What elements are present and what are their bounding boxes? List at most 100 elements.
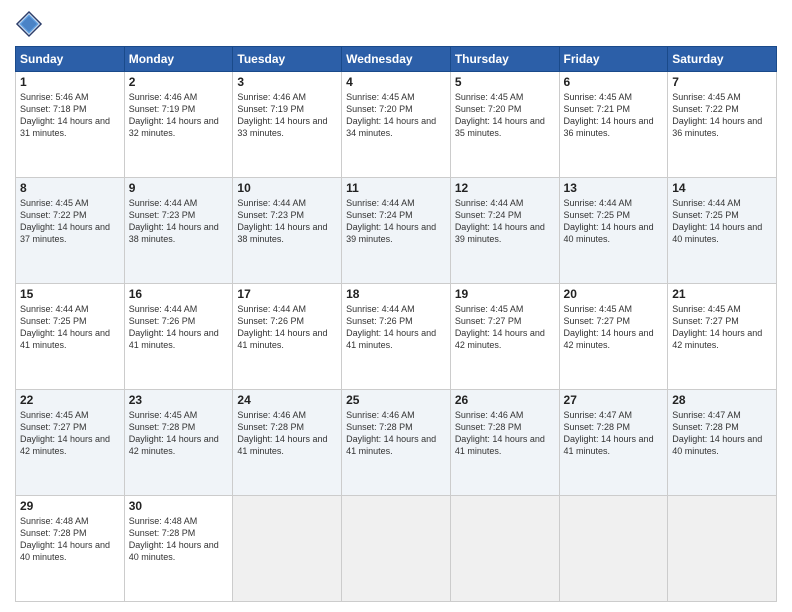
calendar-cell: 3 Sunrise: 4:46 AMSunset: 7:19 PMDaylight…: [233, 72, 342, 178]
cell-info: Sunrise: 4:45 AMSunset: 7:20 PMDaylight:…: [346, 91, 446, 140]
cell-info: Sunrise: 4:44 AMSunset: 7:26 PMDaylight:…: [237, 303, 337, 352]
day-number: 4: [346, 75, 446, 89]
day-number: 20: [564, 287, 664, 301]
calendar-cell: 21 Sunrise: 4:45 AMSunset: 7:27 PMDayligh…: [668, 284, 777, 390]
calendar-cell: 26Sunrise: 4:46 AMSunset: 7:28 PMDayligh…: [450, 390, 559, 496]
cell-info: Sunrise: 4:46 AMSunset: 7:28 PMDaylight:…: [346, 409, 446, 458]
header: [15, 10, 777, 38]
cell-info: Sunrise: 4:45 AMSunset: 7:20 PMDaylight:…: [455, 91, 555, 140]
day-number: 30: [129, 499, 229, 513]
day-number: 14: [672, 181, 772, 195]
cell-info: Sunrise: 4:45 AMSunset: 7:28 PMDaylight:…: [129, 409, 229, 458]
cell-info: Sunrise: 4:44 AMSunset: 7:25 PMDaylight:…: [564, 197, 664, 246]
calendar-cell: 17 Sunrise: 4:44 AMSunset: 7:26 PMDayligh…: [233, 284, 342, 390]
calendar-cell: 7Sunrise: 4:45 AMSunset: 7:22 PMDaylight…: [668, 72, 777, 178]
calendar-cell: 11 Sunrise: 4:44 AMSunset: 7:24 PMDayligh…: [342, 178, 451, 284]
cell-info: Sunrise: 4:44 AMSunset: 7:24 PMDaylight:…: [455, 197, 555, 246]
cell-info: Sunrise: 4:46 AMSunset: 7:19 PMDaylight:…: [237, 91, 337, 140]
day-number: 1: [20, 75, 120, 89]
calendar-cell: 19 Sunrise: 4:45 AMSunset: 7:27 PMDayligh…: [450, 284, 559, 390]
calendar-cell: 30Sunrise: 4:48 AMSunset: 7:28 PMDayligh…: [124, 496, 233, 602]
day-number: 15: [20, 287, 120, 301]
week-row-3: 15 Sunrise: 4:44 AMSunset: 7:25 PMDayligh…: [16, 284, 777, 390]
calendar-cell: 6 Sunrise: 4:45 AMSunset: 7:21 PMDaylight…: [559, 72, 668, 178]
day-number: 2: [129, 75, 229, 89]
cell-info: Sunrise: 4:47 AMSunset: 7:28 PMDaylight:…: [672, 409, 772, 458]
calendar-cell: 12 Sunrise: 4:44 AMSunset: 7:24 PMDayligh…: [450, 178, 559, 284]
week-row-2: 8 Sunrise: 4:45 AMSunset: 7:22 PMDaylight…: [16, 178, 777, 284]
calendar-cell: 9 Sunrise: 4:44 AMSunset: 7:23 PMDaylight…: [124, 178, 233, 284]
day-number: 28: [672, 393, 772, 407]
week-row-4: 22 Sunrise: 4:45 AMSunset: 7:27 PMDayligh…: [16, 390, 777, 496]
cell-info: Sunrise: 4:46 AMSunset: 7:19 PMDaylight:…: [129, 91, 229, 140]
calendar-cell: 13 Sunrise: 4:44 AMSunset: 7:25 PMDayligh…: [559, 178, 668, 284]
cell-info: Sunrise: 4:47 AMSunset: 7:28 PMDaylight:…: [564, 409, 664, 458]
calendar-table: SundayMondayTuesdayWednesdayThursdayFrid…: [15, 46, 777, 602]
day-number: 13: [564, 181, 664, 195]
cell-info: Sunrise: 4:44 AMSunset: 7:26 PMDaylight:…: [129, 303, 229, 352]
cell-info: Sunrise: 4:44 AMSunset: 7:24 PMDaylight:…: [346, 197, 446, 246]
calendar-cell: 25 Sunrise: 4:46 AMSunset: 7:28 PMDayligh…: [342, 390, 451, 496]
col-header-monday: Monday: [124, 47, 233, 72]
week-row-1: 1Sunrise: 5:46 AMSunset: 7:18 PMDaylight…: [16, 72, 777, 178]
cell-info: Sunrise: 4:44 AMSunset: 7:23 PMDaylight:…: [237, 197, 337, 246]
cell-info: Sunrise: 4:46 AMSunset: 7:28 PMDaylight:…: [455, 409, 555, 458]
day-number: 22: [20, 393, 120, 407]
day-number: 16: [129, 287, 229, 301]
calendar-cell: 24Sunrise: 4:46 AMSunset: 7:28 PMDayligh…: [233, 390, 342, 496]
calendar-cell: 8 Sunrise: 4:45 AMSunset: 7:22 PMDaylight…: [16, 178, 125, 284]
day-number: 23: [129, 393, 229, 407]
day-number: 25: [346, 393, 446, 407]
day-number: 9: [129, 181, 229, 195]
day-number: 17: [237, 287, 337, 301]
calendar-cell: [233, 496, 342, 602]
cell-info: Sunrise: 4:44 AMSunset: 7:23 PMDaylight:…: [129, 197, 229, 246]
calendar-cell: 10 Sunrise: 4:44 AMSunset: 7:23 PMDayligh…: [233, 178, 342, 284]
day-number: 27: [564, 393, 664, 407]
calendar-cell: 14Sunrise: 4:44 AMSunset: 7:25 PMDayligh…: [668, 178, 777, 284]
day-number: 8: [20, 181, 120, 195]
col-header-sunday: Sunday: [16, 47, 125, 72]
day-number: 10: [237, 181, 337, 195]
calendar-cell: [342, 496, 451, 602]
day-number: 6: [564, 75, 664, 89]
calendar-cell: [559, 496, 668, 602]
day-number: 3: [237, 75, 337, 89]
calendar-cell: 15 Sunrise: 4:44 AMSunset: 7:25 PMDayligh…: [16, 284, 125, 390]
page: SundayMondayTuesdayWednesdayThursdayFrid…: [0, 0, 792, 612]
calendar-cell: [450, 496, 559, 602]
cell-info: Sunrise: 4:45 AMSunset: 7:27 PMDaylight:…: [564, 303, 664, 352]
calendar-cell: 5 Sunrise: 4:45 AMSunset: 7:20 PMDaylight…: [450, 72, 559, 178]
col-header-tuesday: Tuesday: [233, 47, 342, 72]
calendar-cell: 4 Sunrise: 4:45 AMSunset: 7:20 PMDaylight…: [342, 72, 451, 178]
cell-info: Sunrise: 4:45 AMSunset: 7:21 PMDaylight:…: [564, 91, 664, 140]
cell-info: Sunrise: 4:48 AMSunset: 7:28 PMDaylight:…: [20, 515, 120, 564]
col-header-saturday: Saturday: [668, 47, 777, 72]
calendar-cell: 20 Sunrise: 4:45 AMSunset: 7:27 PMDayligh…: [559, 284, 668, 390]
calendar-cell: 22 Sunrise: 4:45 AMSunset: 7:27 PMDayligh…: [16, 390, 125, 496]
calendar-cell: 28 Sunrise: 4:47 AMSunset: 7:28 PMDayligh…: [668, 390, 777, 496]
day-number: 18: [346, 287, 446, 301]
day-number: 5: [455, 75, 555, 89]
calendar-cell: 18 Sunrise: 4:44 AMSunset: 7:26 PMDayligh…: [342, 284, 451, 390]
logo-icon: [15, 10, 43, 38]
day-number: 21: [672, 287, 772, 301]
calendar-cell: 2 Sunrise: 4:46 AMSunset: 7:19 PMDaylight…: [124, 72, 233, 178]
col-header-friday: Friday: [559, 47, 668, 72]
col-header-wednesday: Wednesday: [342, 47, 451, 72]
cell-info: Sunrise: 4:45 AMSunset: 7:27 PMDaylight:…: [672, 303, 772, 352]
day-number: 12: [455, 181, 555, 195]
cell-info: Sunrise: 4:44 AMSunset: 7:26 PMDaylight:…: [346, 303, 446, 352]
cell-info: Sunrise: 4:45 AMSunset: 7:27 PMDaylight:…: [455, 303, 555, 352]
calendar-cell: 27 Sunrise: 4:47 AMSunset: 7:28 PMDayligh…: [559, 390, 668, 496]
calendar-cell: 29 Sunrise: 4:48 AMSunset: 7:28 PMDayligh…: [16, 496, 125, 602]
week-row-5: 29 Sunrise: 4:48 AMSunset: 7:28 PMDayligh…: [16, 496, 777, 602]
cell-info: Sunrise: 4:44 AMSunset: 7:25 PMDaylight:…: [20, 303, 120, 352]
cell-info: Sunrise: 4:45 AMSunset: 7:22 PMDaylight:…: [20, 197, 120, 246]
day-number: 24: [237, 393, 337, 407]
day-number: 11: [346, 181, 446, 195]
cell-info: Sunrise: 4:45 AMSunset: 7:22 PMDaylight:…: [672, 91, 772, 140]
day-number: 19: [455, 287, 555, 301]
day-number: 29: [20, 499, 120, 513]
cell-info: Sunrise: 4:45 AMSunset: 7:27 PMDaylight:…: [20, 409, 120, 458]
